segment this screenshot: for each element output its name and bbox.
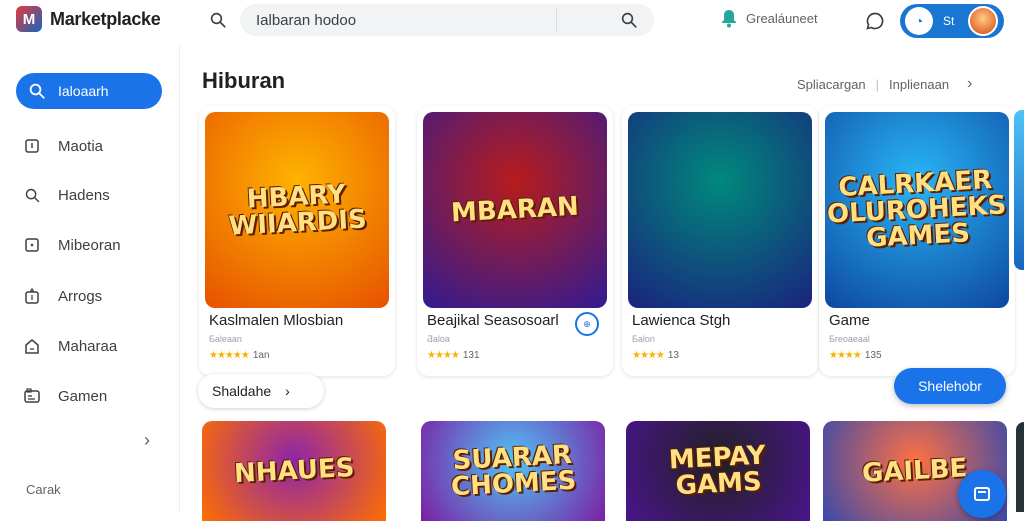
- section-title: Hiburan: [202, 68, 286, 93]
- app-rating: ★★★★ 131: [427, 350, 480, 361]
- app-artwork-row2[interactable]: MEPAY GAMS: [626, 421, 810, 521]
- brand-name: Marketplacke: [50, 8, 161, 29]
- star-icon: ★★★★★: [209, 350, 250, 361]
- top-bar: M Marketplacke Grealáuneet ◔ St: [0, 0, 1024, 44]
- show-all-chip[interactable]: Shaldahe ›: [198, 374, 324, 408]
- art-title: NHAUES: [233, 452, 355, 490]
- star-icon: ★★★★: [427, 350, 460, 361]
- app-artwork: [628, 112, 812, 308]
- search-submit-icon[interactable]: [618, 9, 640, 31]
- app-title: Lawienca Stgh: [632, 312, 731, 329]
- sidebar-item-search[interactable]: Ialoaarh: [16, 73, 162, 109]
- search-bar: [240, 4, 654, 36]
- status-indicator[interactable]: Grealáuneet: [720, 8, 818, 28]
- link-separator: |: [875, 76, 880, 92]
- gamepad-icon: [22, 386, 42, 406]
- install-badge-icon[interactable]: ⊕: [575, 312, 599, 336]
- cart-fab[interactable]: [958, 470, 1006, 518]
- chevron-right-icon: ›: [285, 383, 290, 399]
- sidebar-item-label: Ialoaarh: [58, 83, 109, 99]
- art-title: GAILBE: [861, 453, 969, 489]
- brand[interactable]: M Marketplacke: [16, 6, 161, 32]
- app-rating: ★★★★★ 1an: [209, 350, 270, 361]
- section-links: Spliacargan | Inplienaan ›: [797, 75, 972, 93]
- art-title: HBARY WIIARDIS: [227, 179, 368, 242]
- app-rating: ★★★★ 135: [829, 350, 882, 361]
- app-artwork: MBARAN: [423, 112, 607, 308]
- app-artwork: CALRKAER OLUROHEKS GAMES: [825, 112, 1009, 308]
- search-icon: [28, 82, 46, 100]
- section-link-1[interactable]: Spliacargan: [797, 77, 866, 92]
- sidebar-item-maotia[interactable]: Maotia: [22, 131, 172, 161]
- bell-icon: [722, 10, 736, 28]
- chat-icon[interactable]: [862, 8, 888, 34]
- sidebar-item-label: Maharaa: [58, 337, 118, 355]
- art-title: MEPAY GAMS: [668, 440, 767, 502]
- art-title: CALRKAER OLUROHEKS GAMES: [826, 165, 1008, 254]
- cart-icon: [974, 487, 990, 501]
- gift-icon: [22, 286, 42, 306]
- app-artwork: HBARY WIIARDIS: [205, 112, 389, 308]
- app-card[interactable]: Lawienca Stgh Ƃalon ★★★★ 13: [622, 106, 818, 376]
- sidebar-item-maharaa[interactable]: Maharaa: [22, 331, 172, 361]
- home-icon: [22, 336, 42, 356]
- main-content: Hiburan Spliacargan | Inplienaan › HBARY…: [181, 44, 1024, 521]
- search-icon: [22, 185, 42, 205]
- profile-avatar[interactable]: [968, 6, 999, 36]
- star-icon: ★★★★: [632, 350, 665, 361]
- account-label: St: [943, 14, 955, 28]
- sidebar-item-label: Gamen: [58, 387, 108, 405]
- app-title: Beajikal Seasosoarl: [427, 312, 559, 329]
- app-artwork-row2[interactable]: SUARAR CHOMES: [421, 421, 605, 521]
- brand-logo: M: [16, 6, 42, 32]
- art-title: [712, 210, 728, 211]
- status-text: Grealáuneet: [746, 10, 818, 26]
- app-card[interactable]: HBARY WIIARDIS Kaslmalen Mlosbian Ƃaleaa…: [199, 106, 395, 376]
- document-icon: [22, 136, 42, 156]
- sidebar-item-mibeoran[interactable]: Mibeoran: [22, 230, 172, 260]
- search-divider: [556, 8, 557, 32]
- app-category: Ƃaleaan: [209, 334, 242, 344]
- app-category: Ƃalon: [632, 334, 655, 344]
- app-artwork-row2[interactable]: NHAUES: [202, 421, 386, 521]
- sidebar: Ialoaarh Maotia Hadens Mibeoran Arrogs M…: [0, 44, 180, 512]
- peek-card[interactable]: [1014, 110, 1024, 270]
- app-title: Kaslmalen Mlosbian: [209, 312, 344, 329]
- sidebar-expand-chevron-icon[interactable]: ›: [144, 430, 150, 451]
- chip-label: Shaldahe: [212, 383, 272, 399]
- section-link-2[interactable]: Inplienaan: [889, 77, 949, 92]
- star-icon: ★★★★: [829, 350, 862, 361]
- sidebar-item-arrogs[interactable]: Arrogs: [22, 281, 172, 311]
- sidebar-footer[interactable]: Carak: [26, 482, 61, 497]
- avatar: ◔: [905, 7, 933, 35]
- app-card[interactable]: CALRKAER OLUROHEKS GAMES Game Ƃreoaeaal …: [819, 106, 1015, 376]
- search-icon[interactable]: [202, 6, 234, 34]
- art-title: SUARAR CHOMES: [450, 439, 578, 503]
- sidebar-item-label: Mibeoran: [58, 236, 121, 254]
- app-category: Ƌaloa: [427, 334, 450, 344]
- sidebar-item-label: Hadens: [58, 186, 110, 204]
- art-title: MBARAN: [450, 191, 580, 229]
- app-rating: ★★★★ 13: [632, 350, 679, 361]
- floating-action-button[interactable]: Shelehobr: [894, 368, 1006, 404]
- sidebar-item-label: Maotia: [58, 137, 104, 155]
- search-input[interactable]: [256, 11, 556, 29]
- peek-card[interactable]: [1016, 422, 1024, 512]
- box-icon: [22, 235, 42, 255]
- app-title: Game: [829, 312, 870, 329]
- sidebar-item-gamen[interactable]: Gamen: [22, 381, 172, 411]
- sidebar-item-hadens[interactable]: Hadens: [22, 180, 172, 210]
- account-switcher[interactable]: ◔ St: [900, 4, 1004, 38]
- chevron-right-icon[interactable]: ›: [967, 75, 972, 93]
- app-card[interactable]: MBARAN Beajikal Seasosoarl ⊕ Ƌaloa ★★★★ 1…: [417, 106, 613, 376]
- app-category: Ƃreoaeaal: [829, 334, 870, 344]
- sidebar-item-label: Arrogs: [58, 287, 103, 305]
